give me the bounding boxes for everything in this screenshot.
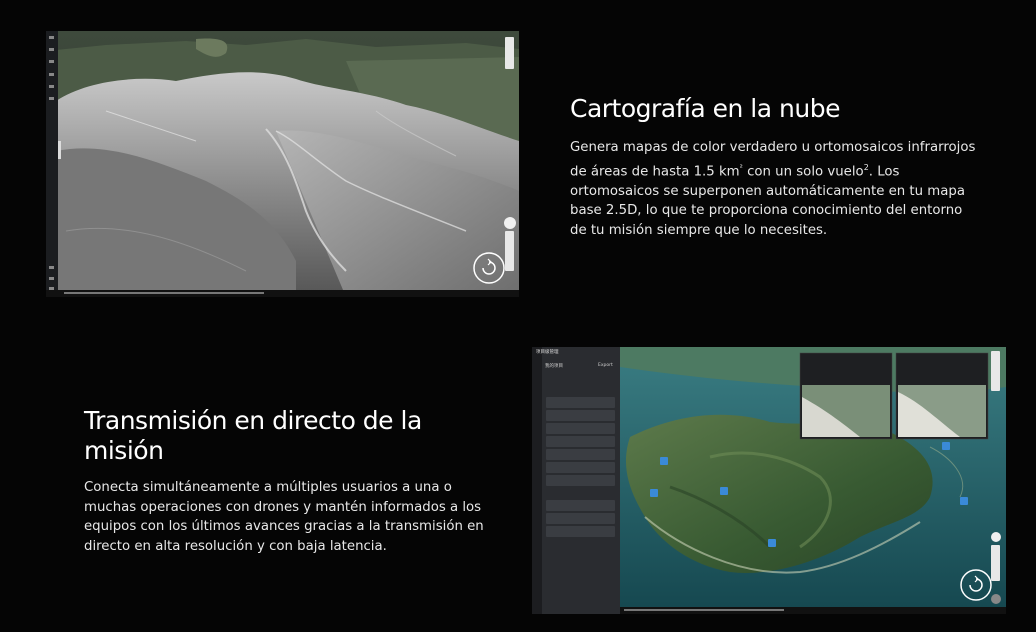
live-transmission-description: Conecta simultáneamente a múltiples usua… (84, 480, 484, 554)
panel-section-header (543, 375, 618, 385)
cloud-mapping-description: Genera mapas de color verdadero u ortomo… (570, 138, 980, 240)
list-item[interactable] (546, 397, 615, 408)
list-item[interactable] (546, 410, 615, 421)
panel-toolbar (532, 347, 542, 614)
description-text-b: con un solo vuelo (742, 164, 864, 180)
satellite-map-view (620, 347, 1006, 614)
list-item[interactable] (546, 526, 615, 537)
live-transmission-title: Transmisión en directo de la misión (84, 406, 422, 465)
live-transmission-screenshot: 项目级管理 我的项目 Export (532, 347, 1006, 614)
list-item[interactable] (546, 436, 615, 447)
panel-header: 项目级管理 (536, 350, 559, 355)
project-panel: 项目级管理 我的项目 Export (532, 347, 620, 614)
export-link[interactable]: Export (598, 363, 613, 368)
panel-section-header (543, 488, 618, 498)
list-item[interactable] (546, 449, 615, 460)
cloud-mapping-screenshot (46, 31, 519, 297)
panel-subheader: 我的项目 (545, 364, 563, 369)
list-item[interactable] (546, 462, 615, 473)
cloud-mapping-title: Cartografía en la nube (570, 94, 840, 123)
panel-section-header (543, 385, 618, 395)
terrain-3d-view (46, 31, 519, 297)
list-item[interactable] (546, 423, 615, 434)
list-item[interactable] (546, 500, 615, 511)
list-item[interactable] (546, 513, 615, 524)
list-item[interactable] (546, 475, 615, 486)
